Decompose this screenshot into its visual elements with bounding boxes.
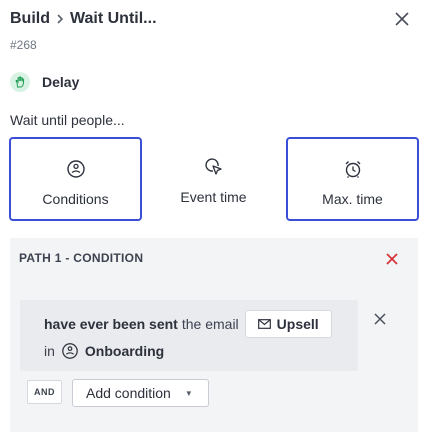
email-chip[interactable]: Upsell <box>244 310 332 338</box>
option-max-time[interactable]: Max. time <box>286 137 419 221</box>
breadcrumb-current: Wait Until... <box>70 10 157 27</box>
and-operator[interactable]: AND <box>27 380 62 404</box>
step-type: Delay <box>10 72 79 92</box>
step-type-label: Delay <box>42 74 80 90</box>
breadcrumb-root[interactable]: Build <box>10 10 50 28</box>
chevron-right-icon <box>56 14 64 24</box>
step-description: Wait until people... <box>10 112 125 128</box>
alarm-clock-icon <box>343 159 363 179</box>
add-condition-button[interactable]: Add condition ▼ <box>72 379 209 407</box>
cursor-click-icon <box>204 157 224 177</box>
envelope-icon <box>257 319 271 329</box>
add-condition-label: Add condition <box>86 385 171 401</box>
step-id: #268 <box>10 38 37 52</box>
caret-down-icon: ▼ <box>184 388 193 398</box>
condition-card: have ever been sent the email Upsell in … <box>20 300 358 371</box>
condition-row: have ever been sent the email Upsell <box>44 310 332 338</box>
email-name: Upsell <box>276 316 319 332</box>
close-icon[interactable] <box>391 8 413 30</box>
condition-icon <box>66 159 86 179</box>
condition-connector: the email <box>181 316 239 332</box>
remove-path-icon[interactable] <box>384 251 400 267</box>
campaign-name[interactable]: Onboarding <box>85 343 164 359</box>
condition-action[interactable]: have ever been sent <box>44 316 178 332</box>
in-label: in <box>44 343 55 359</box>
option-label: Conditions <box>42 191 109 207</box>
option-label: Event time <box>180 189 247 205</box>
breadcrumb: Build Wait Until... <box>10 8 417 30</box>
hand-icon <box>10 72 30 92</box>
campaign-row: in Onboarding <box>44 342 164 360</box>
remove-condition-icon[interactable] <box>371 310 389 328</box>
option-conditions[interactable]: Conditions <box>9 137 142 221</box>
option-label: Max. time <box>322 191 383 207</box>
path-header: PATH 1 - CONDITION <box>19 251 144 265</box>
campaign-icon <box>61 342 79 360</box>
option-event-time[interactable]: Event time <box>147 137 280 221</box>
